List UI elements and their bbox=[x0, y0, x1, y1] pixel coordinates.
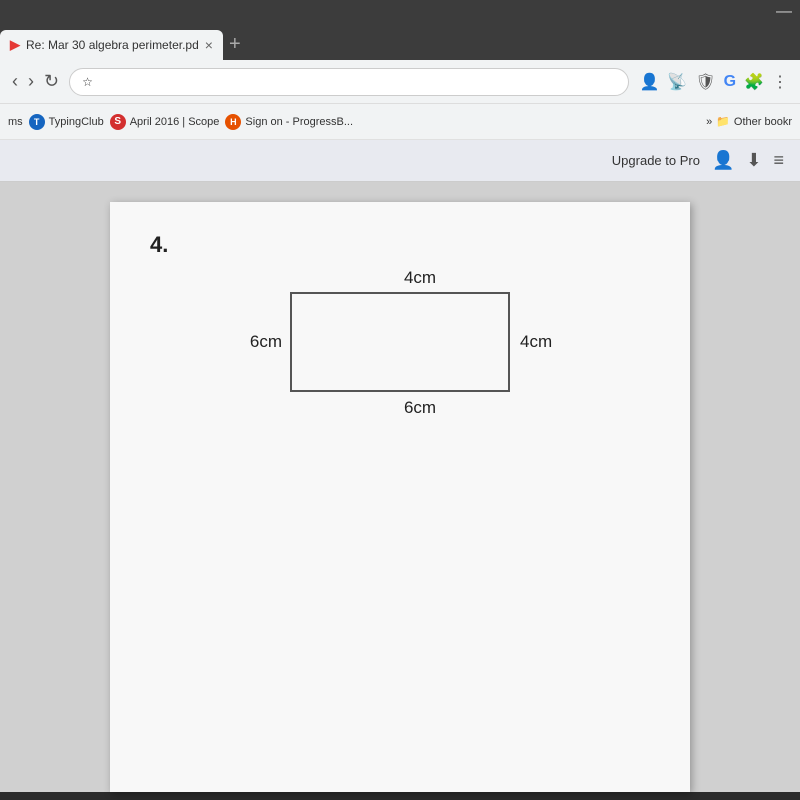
pdf-page: 4. 4cm 6cm 4cm 6cm bbox=[110, 202, 690, 792]
progress-icon: H bbox=[225, 114, 241, 130]
tab-bar: ▶ Re: Mar 30 algebra perimeter.pd × + bbox=[0, 24, 800, 60]
bookmark-ms[interactable]: ms bbox=[8, 116, 23, 128]
pdf-content-area: 4. 4cm 6cm 4cm 6cm bbox=[0, 182, 800, 792]
bookmarks-right-area: » 📁 Other bookr bbox=[706, 115, 792, 128]
dimension-left-label: 6cm bbox=[230, 332, 290, 352]
pdf-menu-button[interactable]: ≡ bbox=[773, 150, 784, 171]
middle-row: 6cm 4cm bbox=[230, 292, 570, 392]
g-icon[interactable]: G bbox=[724, 73, 736, 91]
address-bar[interactable]: ☆ bbox=[69, 68, 629, 96]
other-bookmarks-label[interactable]: Other bookr bbox=[734, 116, 792, 128]
chrome-title-bar: — bbox=[0, 0, 800, 24]
rectangle-shape bbox=[290, 292, 510, 392]
tab-close-button[interactable]: × bbox=[205, 37, 213, 53]
bookmark-scope[interactable]: S April 2016 | Scope bbox=[110, 114, 220, 130]
dimension-bottom-label: 6cm bbox=[270, 398, 570, 418]
active-tab[interactable]: ▶ Re: Mar 30 algebra perimeter.pd × bbox=[0, 30, 223, 60]
tab-label: Re: Mar 30 algebra perimeter.pd bbox=[26, 38, 199, 52]
bookmark-progress[interactable]: H Sign on - ProgressB... bbox=[225, 114, 353, 130]
folder-icon: 📁 bbox=[716, 115, 730, 128]
ms-label: ms bbox=[8, 116, 23, 128]
back-button[interactable]: ‹ bbox=[12, 71, 18, 92]
address-toolbar: ‹ › ↻ ☆ 👤 📡 🛡 G 🧩 ⋮ bbox=[0, 60, 800, 104]
puzzle-icon[interactable]: 🧩 bbox=[744, 72, 764, 92]
new-tab-button[interactable]: + bbox=[229, 33, 241, 56]
progress-label: Sign on - ProgressB... bbox=[245, 116, 353, 128]
forward-button[interactable]: › bbox=[28, 71, 34, 92]
bookmarks-bar: ms T TypingClub S April 2016 | Scope H S… bbox=[0, 104, 800, 140]
scope-icon: S bbox=[110, 114, 126, 130]
dimension-top-label: 4cm bbox=[270, 268, 570, 288]
bookmark-typing-club[interactable]: T TypingClub bbox=[29, 114, 104, 130]
typing-club-label: TypingClub bbox=[49, 116, 104, 128]
more-bookmarks-icon[interactable]: » bbox=[706, 116, 712, 128]
minimize-button[interactable]: — bbox=[776, 3, 792, 21]
cast-icon[interactable]: 📡 bbox=[667, 72, 687, 92]
star-icon[interactable]: ☆ bbox=[82, 75, 93, 89]
scope-label: April 2016 | Scope bbox=[130, 116, 220, 128]
toolbar-icons: 👤 📡 🛡 G 🧩 ⋮ bbox=[639, 72, 788, 92]
dimension-right-label: 4cm bbox=[510, 332, 552, 352]
pdf-download-button[interactable]: ⬇ bbox=[746, 150, 761, 171]
profile-icon[interactable]: 👤 bbox=[639, 72, 659, 92]
pdf-person-icon[interactable]: 👤 bbox=[712, 150, 734, 171]
pdf-toolbar: Upgrade to Pro 👤 ⬇ ≡ bbox=[0, 140, 800, 182]
shield-icon[interactable]: 🛡 bbox=[695, 72, 715, 92]
typing-club-icon: T bbox=[29, 114, 45, 130]
upgrade-to-pro-button[interactable]: Upgrade to Pro bbox=[612, 153, 700, 168]
problem-number: 4. bbox=[150, 232, 650, 258]
rectangle-problem: 4cm 6cm 4cm 6cm bbox=[230, 268, 570, 418]
tab-pdf-icon: ▶ bbox=[10, 37, 20, 53]
refresh-button[interactable]: ↻ bbox=[44, 71, 59, 92]
menu-button[interactable]: ⋮ bbox=[772, 72, 788, 92]
